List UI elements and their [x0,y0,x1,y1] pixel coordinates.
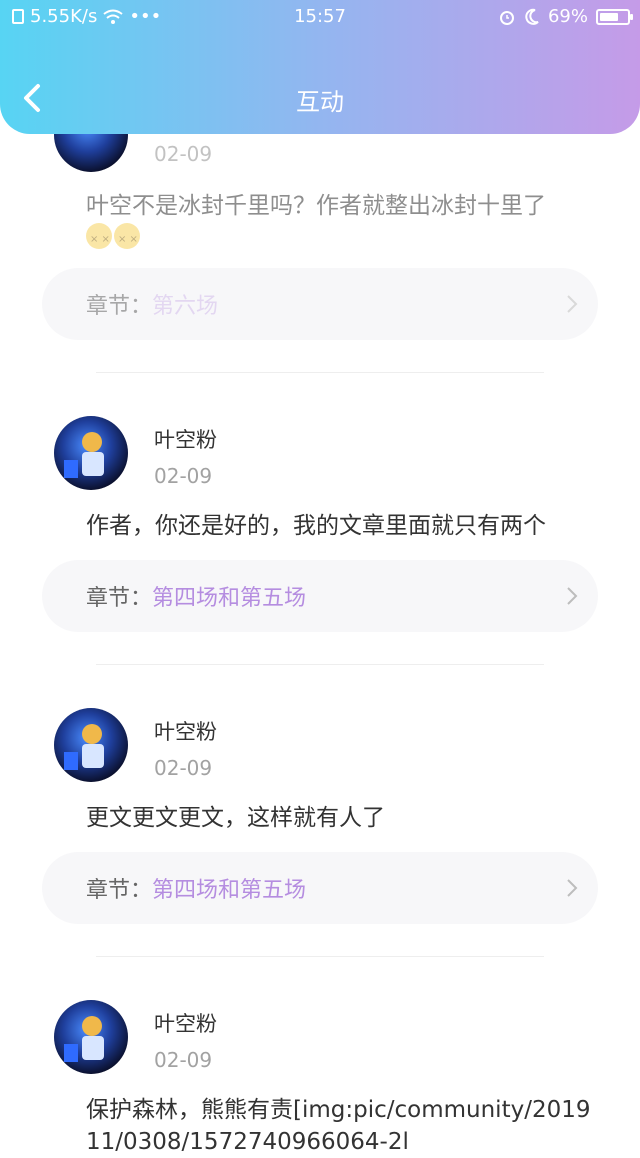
chapter-label: 章节： [86,294,153,319]
moon-icon [525,8,539,25]
divider [96,956,544,957]
chapter-link[interactable]: 章节：第四场和第五场 [42,560,598,632]
page-title: 互动 [296,88,344,116]
comment-date: 02-09 [154,756,213,780]
username[interactable]: 叶空粉 [154,716,217,746]
status-bar: 5.55K/s ••• 15:57 69% [0,0,640,34]
robot-avatar-icon [64,1016,104,1062]
chapter-name: 第四场和第五场 [152,586,307,611]
comment-text: 保护森林，熊熊有责[img:pic/community/201911/0308/… [86,1097,591,1155]
divider [96,372,544,373]
comment-date: 02-09 [154,464,213,488]
chapter-name: 第六场 [152,294,219,319]
alarm-icon [499,10,514,25]
chapter-label: 章节： [86,878,153,903]
username[interactable]: 叶空粉 [154,1008,217,1038]
nav-bar: 互动 [0,60,640,130]
chapter-link[interactable]: 章节：第六场 [42,268,598,340]
divider [96,664,544,665]
chevron-right-icon [567,879,578,897]
app-header: 5.55K/s ••• 15:57 69% 互动 [0,0,640,134]
chapter-name: 第四场和第五场 [152,878,307,903]
avatar[interactable] [54,708,128,782]
comment-text: 作者，你还是好的，我的文章里面就只有两个 [86,513,546,539]
username[interactable]: 叶空粉 [154,424,217,454]
avatar[interactable] [54,1000,128,1074]
dizzy-face-icon [86,223,112,256]
comment-text: 叶空不是冰封千里吗？作者就整出冰封十里了 [86,193,546,219]
battery-percent: 69% [547,6,588,27]
chevron-right-icon [567,295,578,313]
comment-date: 02-09 [154,1048,213,1072]
comment-date: 02-09 [154,142,213,166]
avatar[interactable] [54,416,128,490]
chapter-link[interactable]: 章节：第四场和第五场 [42,852,598,924]
comment-content: 叶空不是冰封千里吗？作者就整出冰封十里了 [86,190,570,256]
comment-feed[interactable]: 02-09 叶空不是冰封千里吗？作者就整出冰封十里了 章节：第六场 叶空粉 02… [0,0,640,1155]
comment-text: 更文更文更文，这样就有人了 [86,805,385,831]
battery-icon [596,8,633,25]
chevron-right-icon [567,587,578,605]
dizzy-face-icon [114,223,140,256]
robot-avatar-icon [64,432,104,478]
chapter-label: 章节： [86,586,153,611]
robot-avatar-icon [64,724,104,770]
